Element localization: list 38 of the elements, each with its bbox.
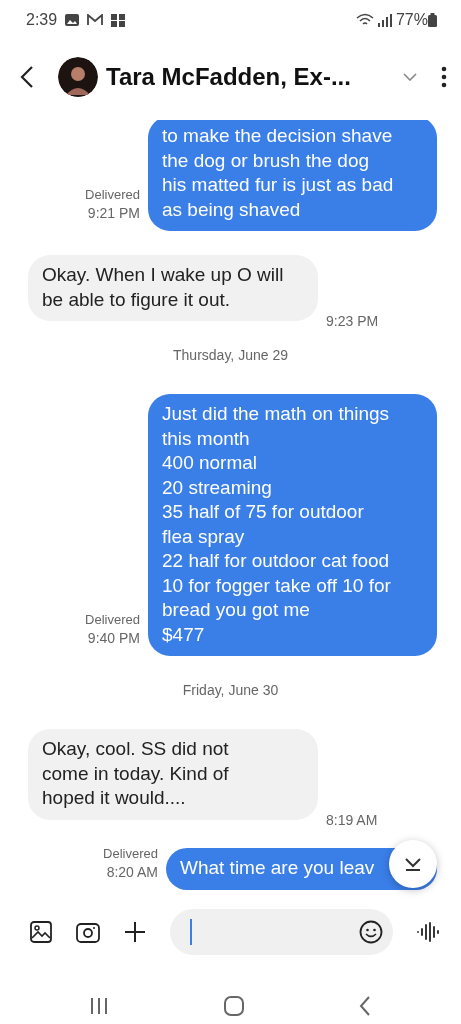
date-separator: Thursday, June 29 (173, 347, 288, 363)
delivery-status: Delivered (85, 611, 140, 629)
message-input[interactable] (170, 909, 393, 955)
scroll-down-button[interactable] (389, 839, 437, 888)
gallery-icon (65, 14, 80, 26)
emoji-icon[interactable] (359, 920, 383, 944)
sent-message[interactable]: Just did the math on things this month 400 normal 20 streaming 35 half of 75 for outdoor flea spray 22 half for outdoor cat food 10 for fogger take off 10 for bread you got me $477 (148, 394, 437, 656)
signal-icon (377, 13, 392, 27)
grid-icon (111, 13, 126, 27)
add-button[interactable] (124, 921, 146, 943)
battery-icon (428, 13, 437, 27)
message-time: 9:21 PM (86, 204, 140, 223)
battery-level: 77% (395, 10, 428, 30)
contact-name[interactable]: Tara McFadden, Ex-... (106, 59, 351, 95)
wifi-icon (355, 13, 374, 27)
date-separator: Friday, June 30 (182, 682, 279, 698)
camera-button[interactable] (76, 921, 100, 943)
more-options-button[interactable] (441, 66, 447, 88)
message-time: 8:19 AM (326, 810, 378, 830)
received-message[interactable]: Okay, cool. SS did not come in today. Kind of hoped it would.... (28, 729, 318, 820)
mail-icon (87, 14, 104, 26)
scroll-down-icon (403, 856, 423, 871)
recents-button[interactable] (90, 997, 108, 1015)
received-message[interactable]: Okay. When I wake up O will be able to figure it out. (28, 255, 318, 321)
voice-button[interactable] (417, 922, 441, 942)
sent-message[interactable]: to make the decision shave the dog or brush the dog his matted fur is just as bad as being shaved (148, 120, 437, 231)
message-time: 9:23 PM (326, 312, 379, 331)
message-time: 9:40 PM (86, 629, 140, 648)
chevron-down-icon[interactable] (403, 73, 417, 81)
back-nav-button[interactable] (359, 996, 371, 1016)
delivery-status: Delivered (103, 844, 158, 863)
back-button[interactable] (20, 65, 34, 89)
avatar[interactable] (58, 57, 98, 97)
message-time: 8:20 AM (105, 862, 158, 882)
gallery-button[interactable] (30, 921, 52, 943)
delivery-status: Delivered (85, 186, 140, 204)
status-time: 2:39 (26, 10, 58, 30)
home-button[interactable] (223, 996, 244, 1016)
